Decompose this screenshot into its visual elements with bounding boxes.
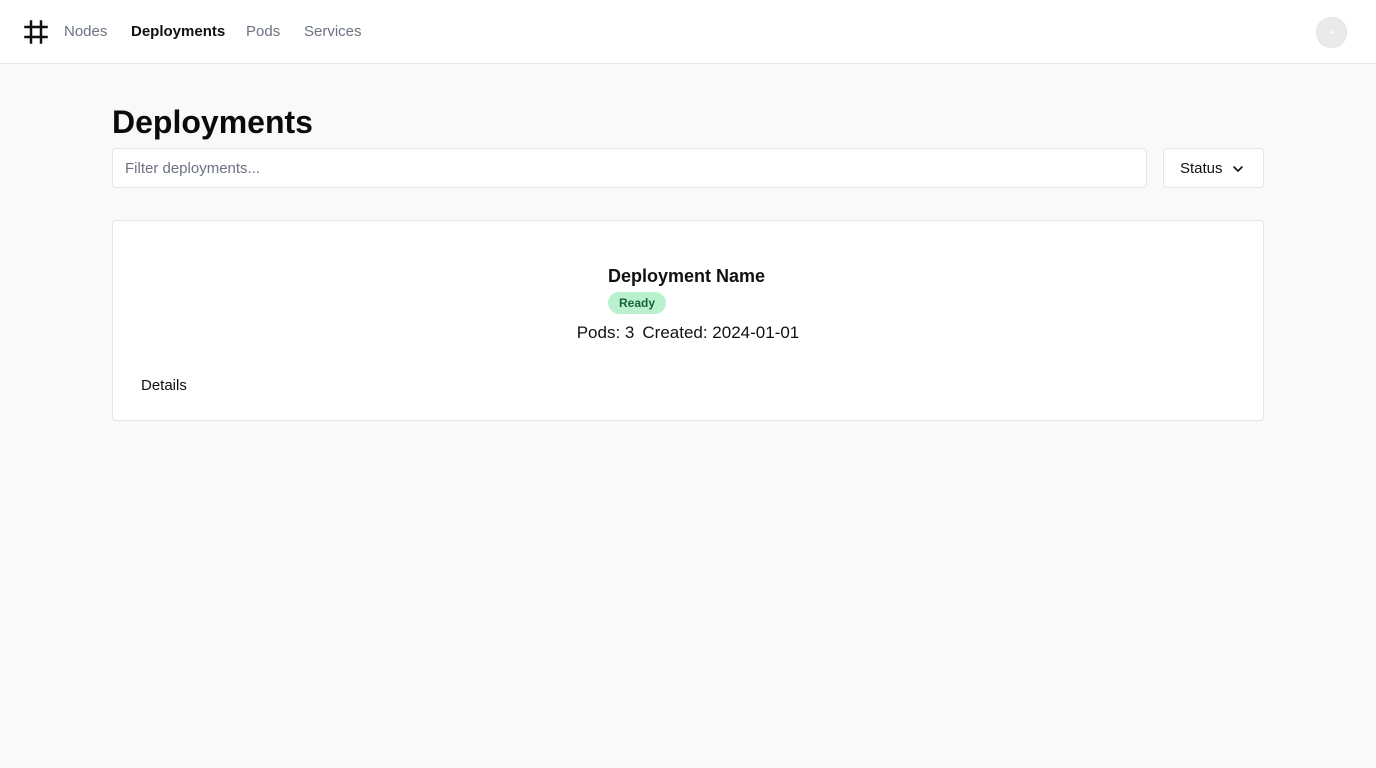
pods-count: Pods: 3 bbox=[576, 323, 635, 342]
deployment-meta: Pods: 3 Created: 2024-01-01 bbox=[113, 322, 1263, 344]
user-avatar[interactable] bbox=[1316, 17, 1347, 48]
hash-icon[interactable] bbox=[24, 20, 48, 44]
details-link[interactable]: Details bbox=[141, 376, 187, 396]
page-title: Deployments bbox=[112, 104, 313, 140]
nav-link-nodes[interactable]: Nodes bbox=[64, 22, 107, 42]
filter-deployments-input[interactable] bbox=[112, 148, 1147, 188]
chevron-down-icon bbox=[1233, 166, 1243, 172]
created-date: Created: 2024-01-01 bbox=[642, 323, 800, 342]
deployment-name: Deployment Name bbox=[608, 266, 766, 286]
nav-link-deployments[interactable]: Deployments bbox=[131, 22, 225, 42]
status-filter-button[interactable]: Status bbox=[1163, 148, 1264, 188]
deployment-card: Deployment Name Ready Pods: 3 Created: 20… bbox=[112, 220, 1264, 421]
nav-link-pods[interactable]: Pods bbox=[246, 22, 280, 42]
status-filter-label: Status bbox=[1180, 160, 1223, 177]
status-badge: Ready bbox=[608, 292, 667, 314]
nav-link-services[interactable]: Services bbox=[304, 22, 362, 42]
top-navigation-bar: Nodes Deployments Pods Services bbox=[0, 0, 1376, 64]
